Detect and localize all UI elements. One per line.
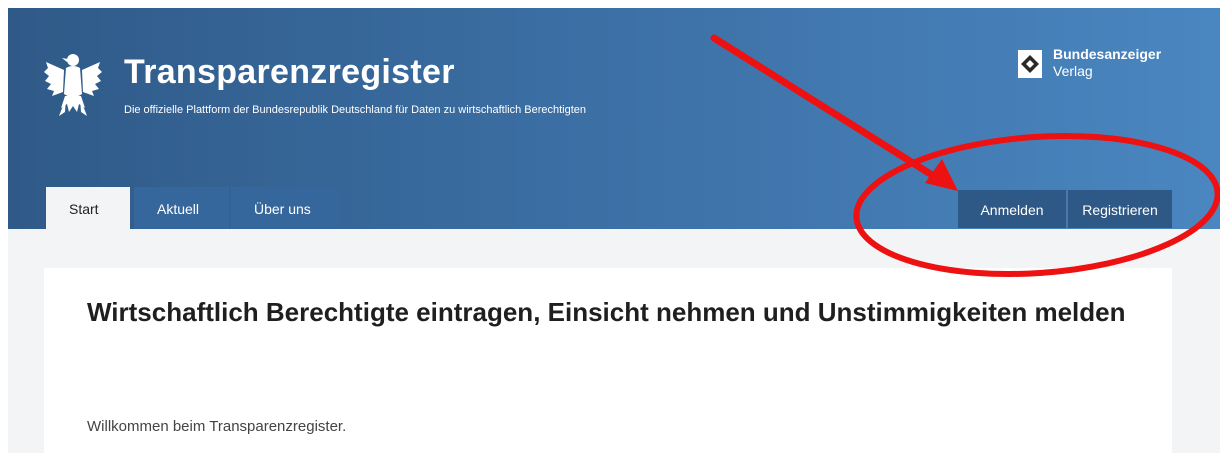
- bundesanzeiger-logo-icon: [1018, 50, 1042, 78]
- publisher-logo[interactable]: Bundesanzeiger Verlag: [1016, 46, 1186, 86]
- publisher-subname: Verlag: [1053, 63, 1093, 79]
- publisher-name: Bundesanzeiger: [1053, 46, 1162, 62]
- tab-aktuell[interactable]: Aktuell: [134, 187, 229, 229]
- federal-eagle-icon: [44, 54, 102, 116]
- page-title: Wirtschaftlich Berechtigte eintragen, Ei…: [87, 297, 1126, 327]
- site-title[interactable]: Transparenzregister: [124, 53, 455, 92]
- welcome-text: Willkommen beim Transparenzregister.: [87, 418, 347, 435]
- tab-ueber-uns[interactable]: Über uns: [231, 187, 340, 229]
- register-button[interactable]: Registrieren: [1066, 190, 1172, 228]
- site-subtitle: Die offizielle Plattform der Bundesrepub…: [124, 104, 587, 116]
- tab-start[interactable]: Start: [46, 187, 130, 229]
- site-header: Transparenzregister Die offizielle Platt…: [8, 8, 1220, 229]
- login-button[interactable]: Anmelden: [958, 190, 1066, 228]
